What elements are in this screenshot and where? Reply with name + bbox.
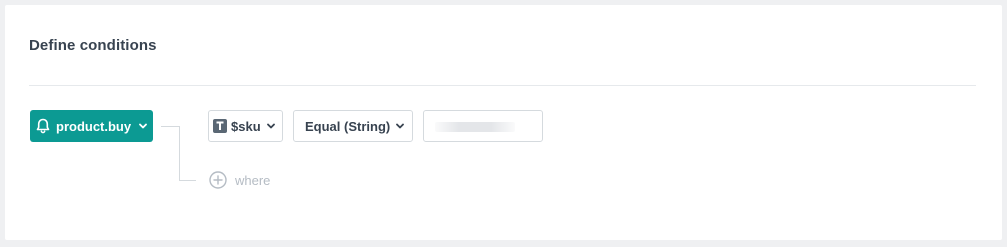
event-label: product.buy	[56, 118, 132, 134]
add-where-button[interactable]: where	[209, 171, 270, 189]
chevron-down-icon	[395, 121, 405, 131]
redacted-value	[435, 122, 515, 132]
chevron-down-icon	[266, 121, 276, 131]
divider	[29, 85, 976, 86]
conditions-card: Define conditions product.buy $sku Equal…	[5, 5, 1002, 240]
section-title: Define conditions	[29, 37, 157, 54]
operator-dropdown[interactable]: Equal (String)	[293, 110, 413, 142]
bell-icon	[36, 118, 50, 134]
plus-circle-icon	[209, 171, 227, 189]
connector-line	[161, 126, 179, 127]
event-dropdown-button[interactable]: product.buy	[30, 110, 153, 142]
operator-label: Equal (String)	[305, 118, 391, 134]
text-type-icon	[213, 119, 227, 133]
parameter-dropdown[interactable]: $sku	[208, 110, 283, 142]
parameter-label: $sku	[231, 118, 261, 134]
connector-line	[179, 180, 196, 181]
connector-line	[179, 126, 180, 181]
add-where-label: where	[235, 172, 271, 188]
chevron-down-icon	[138, 121, 148, 131]
